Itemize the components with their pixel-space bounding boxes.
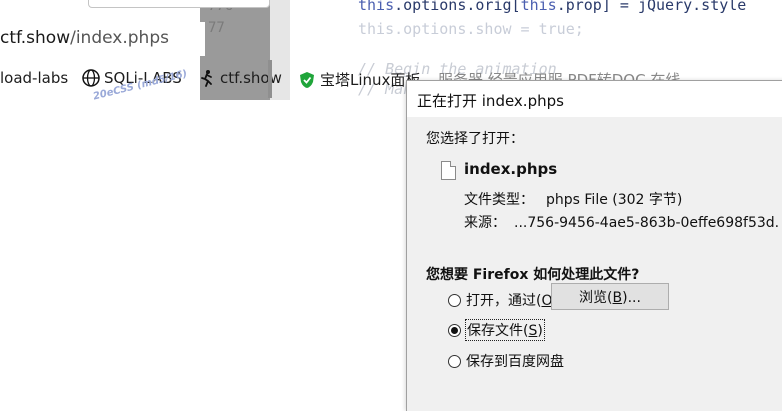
file-source-value: ...756-9456-4ae5-863b-0effe698f53d.: [514, 215, 780, 231]
file-source-label: 来源：: [464, 215, 506, 231]
file-source-row: 来源： ...756-9456-4ae5-863b-0effe698f53d.: [464, 212, 779, 232]
runner-icon: [201, 70, 212, 87]
bookmark-label: load-labs: [0, 69, 69, 87]
radio-button[interactable]: [448, 293, 461, 307]
download-dialog: 正在打开 index.phps 您选择了打开： index.phps 文件类型：…: [406, 80, 782, 411]
file-icon: [441, 161, 456, 180]
open-with-label: 打开，通过(O): [466, 293, 558, 309]
url-text[interactable]: ctf.show/index.phps: [0, 28, 169, 48]
open-with-option[interactable]: 打开，通过(O): [448, 290, 558, 310]
bookmark-baota[interactable]: 宝塔Linux面板: [298, 69, 420, 90]
file-type-label: 文件类型：: [464, 192, 534, 208]
baota-shield-icon: [300, 71, 314, 88]
tab-strip-edge: [88, 0, 270, 8]
radio-button[interactable]: [448, 354, 461, 368]
line-number: 77: [208, 20, 225, 36]
globe-icon: [82, 69, 100, 87]
file-type-row: 文件类型： phps File (302 字节): [464, 189, 682, 209]
handling-question: 您想要 Firefox 如何处理此文件?: [426, 267, 640, 283]
save-to-baidu-label: 保存到百度网盘: [466, 354, 564, 370]
code-line: this.options.orig[this.prop] = jQuery.st…: [358, 0, 747, 14]
chosen-file-label: 您选择了打开：: [426, 131, 524, 147]
radio-button-checked[interactable]: [448, 323, 461, 337]
editor-gutter-edge: [268, 60, 272, 98]
save-file-label: 保存文件(S): [465, 319, 545, 341]
code-line: this.options.show = true;: [358, 20, 584, 38]
file-type-value: phps File (302 字节): [546, 192, 683, 208]
save-file-option[interactable]: 保存文件(S): [448, 319, 545, 341]
dialog-title: 正在打开 index.phps: [417, 92, 564, 110]
bookmark-label: ctf.show: [220, 69, 282, 87]
address-bar[interactable]: ctf.show/index.phps: [0, 22, 205, 56]
file-name: index.phps: [464, 160, 558, 178]
bookmark-upload-labs[interactable]: load-labs: [0, 69, 68, 87]
dialog-title-bar[interactable]: 正在打开 index.phps: [407, 81, 782, 117]
save-to-baidu-option[interactable]: 保存到百度网盘: [448, 351, 564, 371]
browse-button[interactable]: 浏览(B)...: [551, 283, 669, 310]
